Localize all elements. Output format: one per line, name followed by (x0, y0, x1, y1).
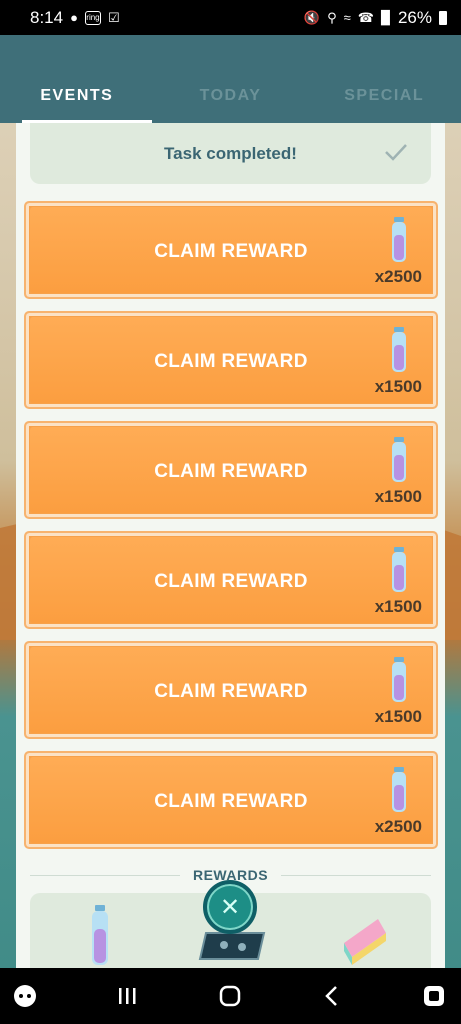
game-controller-icon[interactable] (12, 983, 38, 1009)
claim-reward-label: CLAIM REWARD (154, 461, 308, 482)
back-icon[interactable] (319, 983, 345, 1009)
header: EVENTS TODAY SPECIAL (0, 35, 461, 123)
battery-percent: 26% (397, 7, 432, 27)
tab-today[interactable]: TODAY (154, 73, 308, 123)
ring-app-icon: ring (84, 10, 101, 25)
location-icon: ⚲ (327, 9, 337, 25)
messenger-icon: ● (70, 10, 78, 25)
wifi-icon: ≈ (343, 10, 351, 25)
status-bar: 8:14 ● ring ☑ 🔇 ⚲ ≈ ☎ ▉ 26% (0, 0, 461, 35)
battery-icon (439, 10, 447, 25)
reward-count: x1500 (374, 707, 422, 726)
task-completed-text: Task completed! (164, 143, 297, 163)
reward-count: x2500 (374, 817, 422, 836)
claim-reward-button[interactable]: CLAIM REWARD x2500 (24, 201, 438, 299)
stardust-vial-icon (392, 327, 406, 372)
claim-reward-button[interactable]: CLAIM REWARD x2500 (24, 751, 438, 849)
close-icon: ✕ (219, 893, 241, 921)
claim-reward-label: CLAIM REWARD (154, 791, 308, 812)
claim-reward-label: CLAIM REWARD (154, 241, 308, 262)
tab-events[interactable]: EVENTS (0, 73, 154, 123)
call-signal-icon: ☎ (357, 9, 374, 25)
claim-reward-label: CLAIM REWARD (154, 351, 308, 372)
claim-reward-label: CLAIM REWARD (154, 681, 308, 702)
status-time: 8:14 (30, 7, 64, 27)
claim-reward-label: CLAIM REWARD (154, 571, 308, 592)
close-button[interactable]: ✕ (203, 880, 257, 934)
signal-icon: ▉ (380, 9, 391, 25)
rainbow-candy-icon (344, 919, 386, 965)
reward-count: x2500 (374, 267, 422, 286)
reward-count: x1500 (374, 377, 422, 396)
mute-icon: 🔇 (303, 9, 321, 25)
tab-bar: EVENTS TODAY SPECIAL (0, 73, 461, 123)
stardust-vial-icon (392, 217, 406, 262)
claim-reward-button[interactable]: CLAIM REWARD x1500 (24, 311, 438, 409)
tab-special[interactable]: SPECIAL (307, 73, 461, 123)
home-icon[interactable] (217, 983, 243, 1009)
claim-reward-button[interactable]: CLAIM REWARD x1500 (24, 531, 438, 629)
reward-count: x1500 (374, 487, 422, 506)
task-completed-card: Task completed! (30, 123, 431, 184)
research-panel: Task completed! CLAIM REWARD x2500 CLAIM… (16, 123, 445, 968)
checkmark-icon (385, 144, 407, 161)
stardust-vial-icon (92, 905, 108, 965)
recent-apps-icon[interactable] (114, 983, 140, 1009)
claim-reward-button[interactable]: CLAIM REWARD x1500 (24, 421, 438, 519)
stardust-vial-icon (392, 767, 406, 812)
android-nav-bar (0, 968, 461, 1024)
reward-count: x1500 (374, 597, 422, 616)
screenshot-tool-icon[interactable] (421, 983, 447, 1009)
stardust-vial-icon (392, 547, 406, 592)
claim-reward-button[interactable]: CLAIM REWARD x1500 (24, 641, 438, 739)
stardust-vial-icon (392, 657, 406, 702)
check-notification-icon: ☑ (107, 9, 120, 25)
stardust-vial-icon (392, 437, 406, 482)
